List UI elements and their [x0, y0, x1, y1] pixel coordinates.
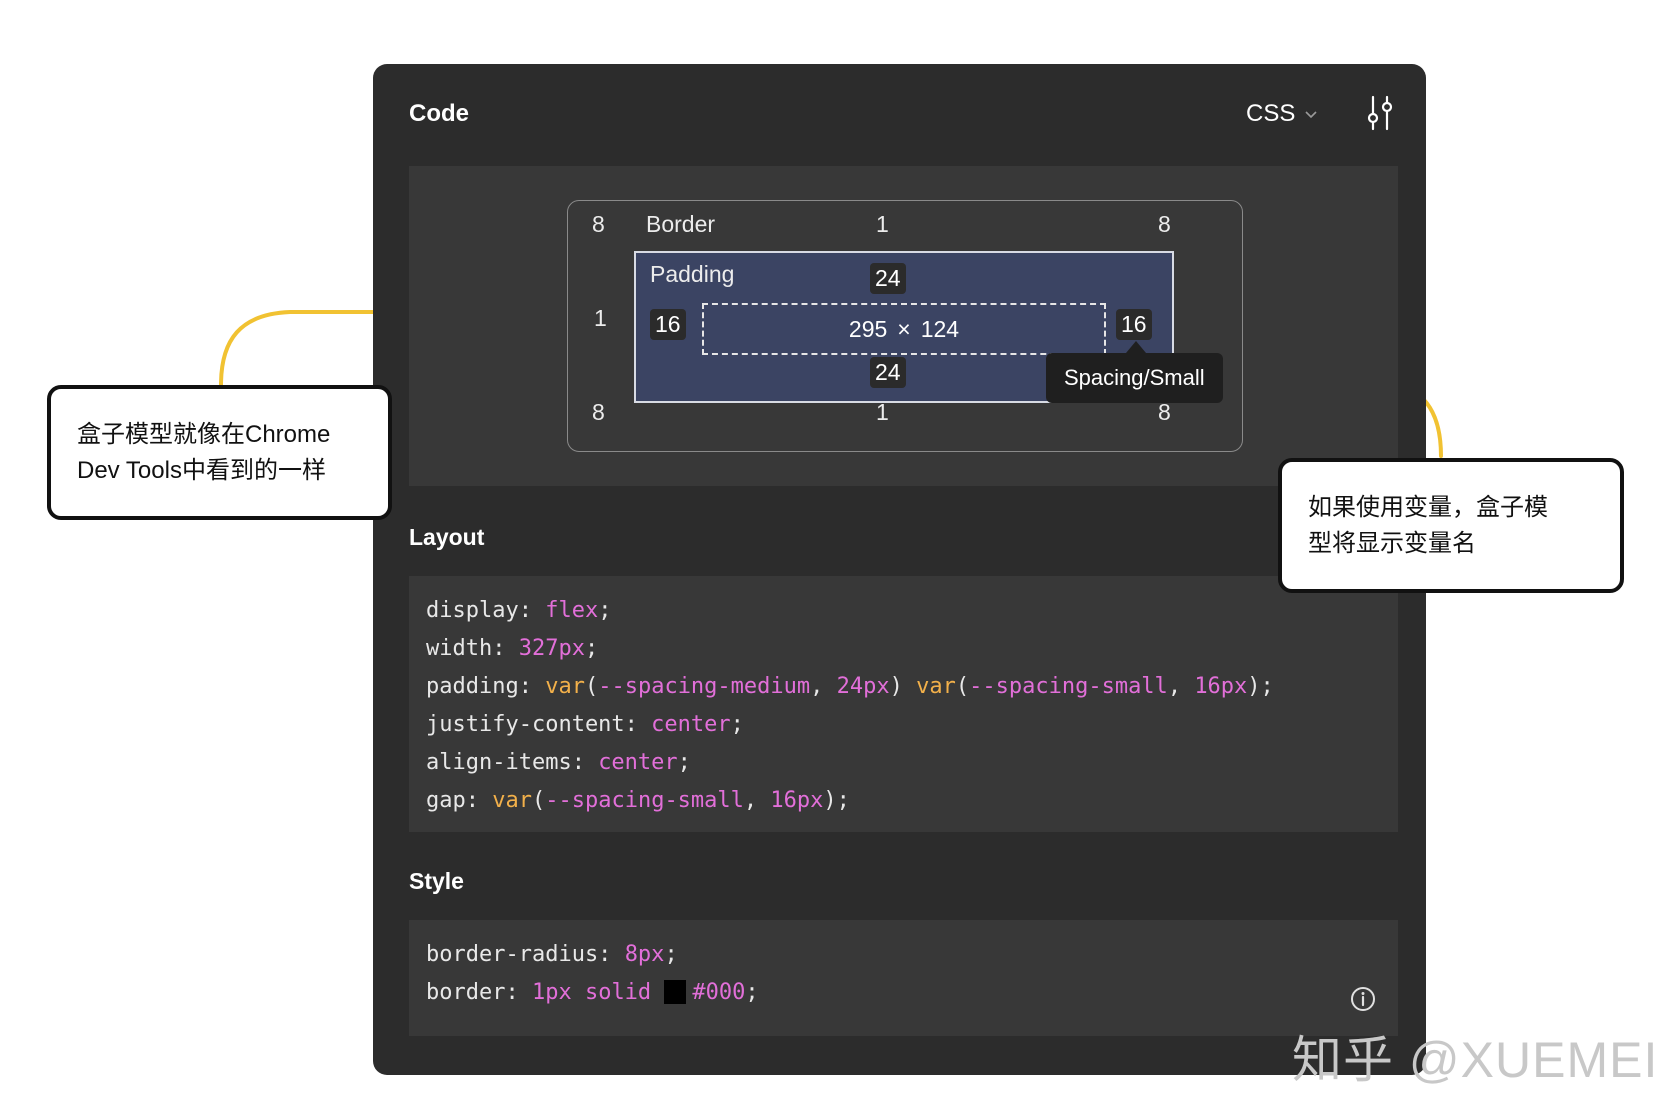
code-token: width:	[426, 636, 519, 661]
code-token: ,	[810, 674, 837, 699]
code-token: ;	[598, 598, 612, 623]
code-line: display: flex;	[426, 592, 1381, 630]
callout-box-model: 盒子模型就像在Chrome Dev Tools中看到的一样	[47, 385, 392, 520]
code-token: ;	[677, 750, 691, 775]
code-token: justify-content:	[426, 712, 652, 737]
margin-border-box: 8 Border 1 8 1 1 8 1 8 Padding 24 16 295…	[567, 200, 1243, 452]
callout-left-line-1: 盒子模型就像在Chrome	[77, 421, 331, 448]
margin-top-left: 8	[592, 211, 605, 237]
variable-tooltip: Spacing/Small	[1046, 353, 1223, 403]
padding-top-value[interactable]: 24	[870, 263, 906, 294]
code-token: ,	[1167, 674, 1195, 699]
margin-bottom-right: 8	[1158, 399, 1171, 425]
code-panel: Code CSS 8 Border 1 8 1 1 8 1 8 Padding	[373, 64, 1426, 1075]
code-token: ;	[745, 980, 759, 1005]
code-token: var	[545, 674, 585, 699]
code-token: (	[531, 788, 546, 813]
watermark: 知乎 @XUEMEI	[1292, 1032, 1659, 1088]
color-swatch	[664, 980, 687, 1004]
code-token: 1px solid	[531, 980, 665, 1005]
code-token: );	[1247, 674, 1274, 699]
code-token: center	[598, 750, 678, 775]
content-box: 295 × 124	[702, 303, 1106, 355]
sliders-icon[interactable]	[1363, 94, 1397, 132]
padding-bottom-value[interactable]: 24	[870, 357, 906, 388]
code-token: ;	[584, 636, 599, 661]
margin-top-right: 8	[1158, 211, 1171, 237]
code-line: border: 1px solid #000;	[426, 974, 1381, 1012]
code-token: 16px	[1194, 674, 1248, 699]
code-token: );	[823, 788, 850, 813]
border-bottom-value: 1	[876, 399, 889, 425]
callout-right-line-1: 如果使用变量，盒子模	[1308, 494, 1548, 521]
code-line: align-items: center;	[426, 744, 1381, 782]
info-icon[interactable]	[1350, 986, 1376, 1012]
callout-variables: 如果使用变量，盒子模 型将显示变量名	[1278, 458, 1624, 593]
code-token: padding:	[426, 674, 546, 699]
code-token: 8px	[624, 942, 665, 967]
border-left-value: 1	[594, 305, 607, 331]
code-line: justify-content: center;	[426, 706, 1381, 744]
code-token: #000	[692, 980, 746, 1005]
border-top-value: 1	[876, 211, 889, 237]
code-line: border-radius: 8px;	[426, 936, 1381, 974]
code-token: ;	[730, 712, 744, 737]
content-width: 295	[848, 315, 888, 342]
code-token: align-items:	[426, 750, 599, 775]
language-select-value: CSS	[1246, 100, 1296, 127]
content-height: 124	[920, 315, 960, 342]
padding-left-value[interactable]: 16	[650, 309, 686, 340]
padding-label: Padding	[650, 261, 735, 287]
code-token: 327px	[518, 636, 585, 661]
callout-left-line-2: Dev Tools中看到的一样	[77, 457, 326, 484]
code-token: --spacing-small	[969, 674, 1168, 699]
code-token: --spacing-small	[545, 788, 744, 813]
code-token: ;	[664, 942, 678, 967]
code-token: var	[492, 788, 532, 813]
padding-right-value[interactable]: 16	[1116, 309, 1152, 340]
callout-right-line-2: 型将显示变量名	[1308, 530, 1476, 557]
style-code-block[interactable]: border-radius: 8px; border: 1px solid #00…	[409, 920, 1398, 1036]
code-token: var	[916, 674, 956, 699]
margin-bottom-left: 8	[592, 399, 605, 425]
code-token: display:	[426, 598, 546, 623]
tooltip-arrow	[1126, 341, 1146, 353]
code-token: )	[889, 674, 917, 699]
code-token: (	[584, 674, 599, 699]
code-token: (	[955, 674, 970, 699]
code-line: width: 327px;	[426, 630, 1381, 668]
code-token: flex	[545, 598, 599, 623]
code-token: gap:	[426, 788, 493, 813]
language-select[interactable]: CSS	[1246, 100, 1319, 128]
chevron-down-icon	[1305, 111, 1317, 119]
code-token: border-radius:	[426, 942, 625, 967]
code-token: 24px	[836, 674, 890, 699]
code-line: gap: var(--spacing-small, 16px);	[426, 782, 1381, 820]
layout-code-block[interactable]: display: flex; width: 327px; padding: var(…	[409, 576, 1398, 832]
panel-title: Code	[409, 100, 469, 127]
style-section-title: Style	[409, 868, 464, 894]
border-label: Border	[646, 211, 716, 237]
box-model-view: 8 Border 1 8 1 1 8 1 8 Padding 24 16 295…	[409, 166, 1398, 486]
code-token: --spacing-medium	[598, 674, 811, 699]
code-token: border:	[426, 980, 532, 1005]
code-token: 16px	[770, 788, 824, 813]
code-token: ,	[743, 788, 771, 813]
content-separator: ×	[897, 315, 911, 342]
code-token: center	[651, 712, 731, 737]
code-line: padding: var(--spacing-medium, 24px) var…	[426, 668, 1381, 706]
layout-section-title: Layout	[409, 524, 485, 550]
